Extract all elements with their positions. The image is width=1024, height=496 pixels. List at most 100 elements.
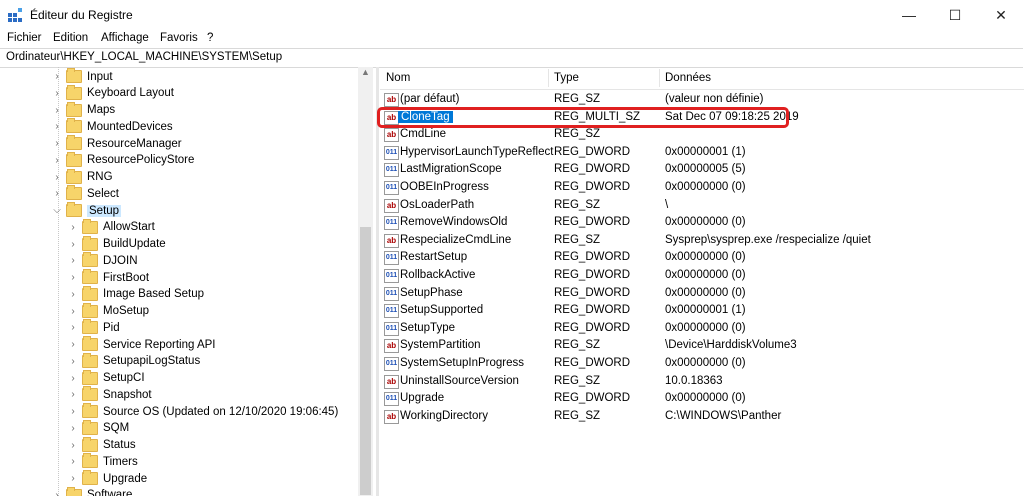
tree-item[interactable]: › Image Based Setup [68,285,204,303]
chevron-right-icon[interactable]: › [68,389,78,400]
chevron-right-icon[interactable]: › [68,456,78,467]
tree-item[interactable]: › DJOIN [68,252,138,269]
tree-item[interactable]: › Timers [68,453,138,470]
value-row[interactable]: 011 RemoveWindowsOld REG_DWORD 0x00000000 (… [380,214,1024,231]
value-row[interactable]: ab (par défaut) REG_SZ (valeur non définie) [380,91,1024,108]
value-row[interactable]: 011 Upgrade REG_DWORD 0x00000000 (0) [380,390,1024,407]
tree-item[interactable]: › Status [68,436,136,454]
tree-item[interactable]: › AllowStart [68,218,155,236]
chevron-right-icon[interactable]: › [68,373,78,384]
chevron-right-icon[interactable]: › [52,121,62,132]
column-type[interactable]: Type [554,72,579,84]
value-name: RollbackActive [400,269,475,281]
value-row[interactable]: 011 RestartSetup REG_DWORD 0x00000000 (0) [380,249,1024,266]
tree-item[interactable]: › ResourcePolicyStore [52,151,194,169]
value-data: 0x00000000 (0) [665,269,746,281]
tree-item[interactable]: ⌵ Setup [52,202,122,219]
chevron-down-icon[interactable]: ⌵ [52,205,62,216]
tree-item[interactable]: › SetupCI [68,369,145,387]
chevron-right-icon[interactable]: › [52,138,62,149]
chevron-right-icon[interactable]: › [68,406,78,417]
address-bar[interactable]: Ordinateur\HKEY_LOCAL_MACHINE\SYSTEM\Set… [0,48,1023,68]
value-row[interactable]: 011 HypervisorLaunchTypeReflect REG_DWORD 0… [380,144,1024,161]
value-row[interactable]: 011 RollbackActive REG_DWORD 0x00000000 (0) [380,267,1024,284]
chevron-right-icon[interactable]: › [68,239,78,250]
value-row[interactable]: ab WorkingDirectory REG_SZ C:\WINDOWS\Panth… [380,408,1024,425]
menu-edition[interactable]: Edition [53,32,88,44]
tree-item[interactable]: › Pid [68,319,120,336]
string-value-icon: ab [384,339,399,354]
value-name: SetupPhase [400,287,463,299]
tree-item[interactable]: › MountedDevices [52,118,173,135]
tree-item[interactable]: › Snapshot [68,386,152,403]
chevron-right-icon[interactable]: › [52,71,62,82]
value-row[interactable]: 011 OOBEInProgress REG_DWORD 0x00000000 (0) [380,179,1024,196]
tree-item[interactable]: › Software [52,486,132,496]
tree-item[interactable]: › ResourceManager [52,135,182,152]
tree-item[interactable]: › MoSetup [68,302,149,320]
tree-item[interactable]: › SQM [68,419,129,437]
tree-scrollbar[interactable]: ▲ [358,67,373,496]
pane-splitter[interactable] [376,67,379,496]
folder-icon [66,151,82,167]
chevron-right-icon[interactable]: › [68,440,78,451]
scroll-thumb[interactable] [360,227,371,495]
tree-item[interactable]: › Input [52,68,113,85]
chevron-right-icon[interactable]: › [68,339,78,350]
chevron-right-icon[interactable]: › [68,222,78,233]
tree-item[interactable]: › Upgrade [68,470,147,487]
value-row[interactable]: ab UninstallSourceVersion REG_SZ 10.0.18363 [380,373,1024,390]
minimize-button[interactable]: — [886,0,932,30]
chevron-right-icon[interactable]: › [68,272,78,283]
chevron-right-icon[interactable]: › [68,423,78,434]
menu-affichage[interactable]: Affichage [101,32,149,44]
tree-item[interactable]: › Source OS (Updated on 12/10/2020 19:06:… [68,403,338,420]
tree-item[interactable]: › Service Reporting API [68,336,216,353]
key-tree[interactable]: › Input › Keyboard Layout › Maps › MountedDevic… [0,67,373,496]
menu-help[interactable]: ? [207,32,213,44]
tree-item-label: Snapshot [103,388,152,401]
chevron-right-icon[interactable]: › [52,172,62,183]
value-row[interactable]: 011 SetupPhase REG_DWORD 0x00000000 (0) [380,285,1024,302]
menu-favoris[interactable]: Favoris [160,32,198,44]
chevron-right-icon[interactable]: › [68,289,78,300]
chevron-right-icon[interactable]: › [52,88,62,99]
menu-fichier[interactable]: Fichier [7,32,42,44]
value-row[interactable]: ab OsLoaderPath REG_SZ \ [380,197,1024,214]
column-name[interactable]: Nom [386,72,410,84]
maximize-button[interactable]: ☐ [932,0,978,30]
value-data: 0x00000000 (0) [665,357,746,369]
chevron-right-icon[interactable]: › [68,473,78,484]
value-row[interactable]: 011 SetupType REG_DWORD 0x00000000 (0) [380,320,1024,337]
chevron-right-icon[interactable]: › [68,322,78,333]
tree-item[interactable]: › BuildUpdate [68,235,166,253]
tree-item-label: SetupapiLogStatus [103,355,201,368]
value-row[interactable]: ab SystemPartition REG_SZ \Device\HarddiskV… [380,337,1024,354]
value-name: (par défaut) [400,93,459,105]
chevron-right-icon[interactable]: › [52,490,62,496]
chevron-right-icon[interactable]: › [68,306,78,317]
column-data[interactable]: Données [665,72,711,84]
chevron-right-icon[interactable]: › [52,188,62,199]
chevron-right-icon[interactable]: › [52,105,62,116]
tree-item[interactable]: › RNG [52,168,113,186]
tree-item[interactable]: › FirstBoot [68,269,149,286]
tree-item[interactable]: › SetupapiLogStatus [68,352,201,370]
value-row[interactable]: 011 LastMigrationScope REG_DWORD 0x00000005… [380,161,1024,178]
highlight-box [377,107,789,128]
value-row[interactable]: ab RespecializeCmdLine REG_SZ Sysprep\syspr… [380,232,1024,249]
tree-item[interactable]: › Keyboard Layout [52,84,174,102]
chevron-right-icon[interactable]: › [52,155,62,166]
values-list[interactable]: Nom Type Données ab (par défaut) REG_SZ (va… [380,67,1024,496]
tree-item-label: Status [103,439,136,451]
value-row[interactable]: 011 SetupSupported REG_DWORD 0x00000001 (1) [380,302,1024,319]
tree-item[interactable]: › Maps [52,101,115,119]
address-path[interactable]: Ordinateur\HKEY_LOCAL_MACHINE\SYSTEM\Set… [6,51,282,63]
value-row[interactable]: ab CmdLine REG_SZ [380,126,1024,143]
chevron-right-icon[interactable]: › [68,255,78,266]
chevron-right-icon[interactable]: › [68,356,78,367]
tree-item[interactable]: › Select [52,185,119,202]
value-row[interactable]: 011 SystemSetupInProgress REG_DWORD 0x00000… [380,355,1024,372]
close-button[interactable]: ✕ [978,0,1024,30]
scroll-up-arrow-icon[interactable]: ▲ [358,67,373,82]
